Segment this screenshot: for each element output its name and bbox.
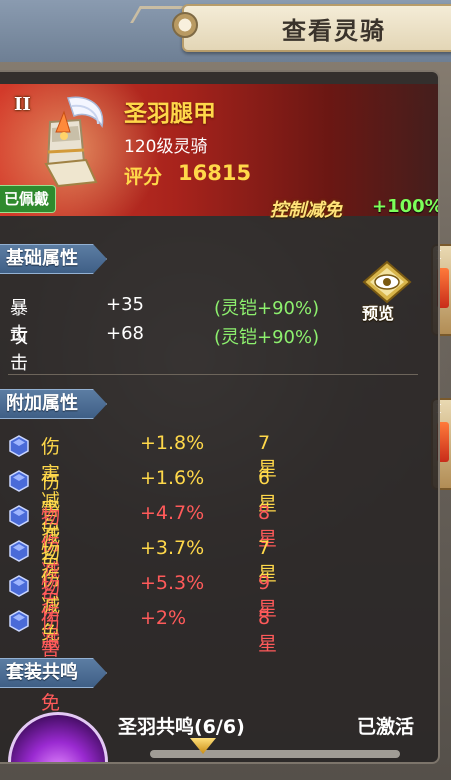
- divider: [8, 374, 418, 375]
- attr-gem-icon: [9, 435, 29, 457]
- attr-value: +1.8%: [140, 432, 205, 454]
- title-bar: 查看灵骑: [0, 0, 451, 62]
- preview-button[interactable]: 预览: [358, 260, 416, 326]
- attr-gem-icon: [9, 610, 29, 632]
- item-name: 圣羽腿甲: [124, 101, 216, 127]
- attr-value: +2%: [140, 607, 187, 629]
- section-set-resonance: 套装共鸣: [0, 658, 107, 688]
- attr-value: +4.7%: [140, 502, 205, 524]
- section-additional-attributes: 附加属性: [0, 389, 107, 419]
- control-reduction-label: 控制减免: [270, 200, 342, 221]
- attr-name: 攻击: [10, 327, 28, 374]
- title-knob-icon: [172, 12, 198, 38]
- attr-value: +35: [106, 294, 144, 315]
- attr-gem-icon: [9, 505, 29, 527]
- score-label: 评分: [124, 166, 163, 188]
- attr-bonus: (灵铠+90%): [214, 327, 320, 348]
- leg-armor-icon: [44, 96, 104, 188]
- set-name: 圣羽共鸣(6/6): [118, 716, 245, 738]
- attr-bonus: (灵铠+90%): [214, 298, 320, 319]
- eye-icon: [362, 260, 412, 304]
- attr-value: +68: [106, 323, 144, 344]
- equipped-badge: 已佩戴: [0, 185, 57, 213]
- control-reduction-value: +100%: [372, 196, 440, 217]
- score-value: 16815: [178, 161, 252, 185]
- attr-value: +5.3%: [140, 572, 205, 594]
- attr-star: 8星: [258, 607, 278, 655]
- preview-label: 预览: [362, 304, 395, 323]
- set-resonance-icon: [8, 712, 108, 762]
- attr-gem-icon: [9, 540, 29, 562]
- mount-detail-panel: II 已佩戴 圣羽腿甲 120级灵骑 评分 16815 控制减免 +100% 基…: [0, 70, 440, 764]
- attr-gem-icon: [9, 575, 29, 597]
- page-title: 查看灵骑: [282, 17, 386, 45]
- attr-value: +3.7%: [140, 537, 205, 559]
- item-level: 120级灵骑: [124, 137, 208, 157]
- section-basic-attributes: 基础属性: [0, 244, 107, 274]
- attr-gem-icon: [9, 470, 29, 492]
- item-tier: II: [14, 94, 31, 115]
- attr-value: +1.6%: [140, 467, 205, 489]
- scrollbar[interactable]: [150, 750, 400, 758]
- set-status: 已激活: [357, 716, 415, 738]
